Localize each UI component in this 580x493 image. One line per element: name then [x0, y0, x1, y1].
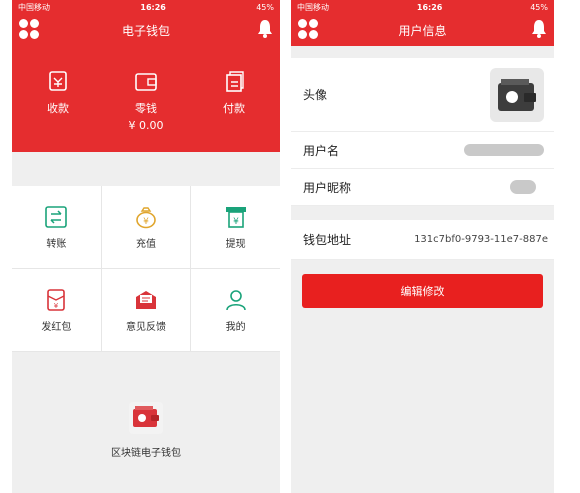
svg-text:¥: ¥ [54, 302, 59, 310]
pay-icon [226, 71, 244, 92]
status-time: 16:26 [140, 2, 166, 12]
edit-button[interactable]: 编辑修改 [302, 274, 543, 308]
status-bar: 中国移动 16:26 45% [12, 0, 280, 14]
avatar [490, 68, 544, 122]
wallet-address-label: 钱包地址 [303, 233, 352, 247]
mine-label: 我的 [225, 321, 246, 333]
nav-bar: 电子钱包 [12, 14, 280, 46]
receive-label: 收款 [47, 102, 69, 115]
menu-icon[interactable] [19, 19, 39, 39]
transfer-button[interactable]: 转账 [12, 186, 102, 268]
recharge-button[interactable]: ¥ 充值 [102, 186, 192, 268]
balance-value: ¥ 0.00 [128, 119, 164, 132]
battery-level: 45% [256, 2, 274, 12]
receive-button[interactable]: 收款 [23, 70, 93, 116]
mine-button[interactable]: 我的 [191, 269, 280, 351]
username-label: 用户名 [303, 143, 340, 158]
red-packet-label: 发红包 [41, 321, 72, 333]
feedback-label: 意见反馈 [126, 321, 166, 333]
page-title: 用户信息 [398, 23, 447, 38]
bell-icon[interactable] [530, 18, 548, 38]
avatar-row[interactable]: 头像 [291, 58, 554, 132]
red-packet-icon: ¥ [47, 288, 66, 311]
wallet-info-list: 钱包地址 131c7bf0-9793-11e7-887e [291, 220, 554, 260]
wallet-address-value: 131c7bf0-9793-11e7-887e [414, 234, 548, 245]
nickname-row[interactable]: 用户昵称 [291, 169, 554, 206]
avatar-label: 头像 [303, 88, 328, 102]
blockchain-wallet-label: 区块链电子钱包 [111, 448, 181, 459]
username-row[interactable]: 用户名 [291, 132, 554, 169]
pay-button[interactable]: 付款 [199, 70, 269, 116]
blockchain-wallet-icon [129, 402, 163, 434]
withdraw-button[interactable]: ¥ 提现 [191, 186, 280, 268]
function-grid: 转账 ¥ 充值 ¥ 提现 ¥ 发红包 意见反馈 我的 [12, 186, 280, 352]
wallet-hero: 收款 零钱 ¥ 0.00 付款 [12, 46, 280, 152]
feedback-button[interactable]: 意见反馈 [102, 269, 192, 351]
username-redacted [464, 144, 544, 156]
menu-icon[interactable] [298, 19, 318, 39]
battery-level: 45% [530, 2, 548, 12]
wallet-icon [135, 73, 157, 91]
balance-label: 零钱 [135, 102, 157, 115]
withdraw-label: 提现 [225, 238, 246, 250]
transfer-icon [45, 205, 68, 228]
status-time: 16:26 [416, 2, 443, 12]
transfer-label: 转账 [46, 238, 67, 250]
red-packet-button[interactable]: ¥ 发红包 [12, 269, 102, 351]
nav-bar: 用户信息 [291, 14, 554, 46]
wallet-address-row[interactable]: 钱包地址 131c7bf0-9793-11e7-887e [291, 220, 554, 260]
mail-icon [136, 290, 156, 309]
carrier: 中国移动 [297, 2, 329, 12]
pay-label: 付款 [223, 102, 245, 115]
receive-icon [49, 71, 67, 91]
wallet-home-screen: 中国移动 16:26 45% 电子钱包 收款 零钱 ¥ 0.00 付款 转账 ¥… [12, 0, 280, 493]
balance-button[interactable]: 零钱 ¥ 0.00 [111, 70, 181, 132]
page-title: 电子钱包 [121, 23, 170, 38]
recharge-label: 充值 [136, 238, 156, 250]
svg-text:¥: ¥ [233, 217, 239, 227]
carrier: 中国移动 [18, 2, 50, 12]
money-bag-icon: ¥ [136, 206, 156, 228]
status-bar: 中国移动 16:26 45% [291, 0, 554, 14]
blockchain-wallet-entry[interactable]: 区块链电子钱包 [12, 402, 280, 459]
bell-icon[interactable] [256, 18, 274, 38]
withdraw-icon: ¥ [225, 206, 246, 228]
nickname-redacted [510, 180, 536, 194]
nickname-label: 用户昵称 [303, 180, 352, 195]
svg-text:¥: ¥ [143, 217, 149, 227]
user-icon [225, 289, 246, 310]
user-info-list: 头像 用户名 用户昵称 [291, 58, 554, 206]
user-info-screen: 中国移动 16:26 45% 用户信息 头像 用户名 用户昵称 钱包地址 131… [291, 0, 554, 493]
